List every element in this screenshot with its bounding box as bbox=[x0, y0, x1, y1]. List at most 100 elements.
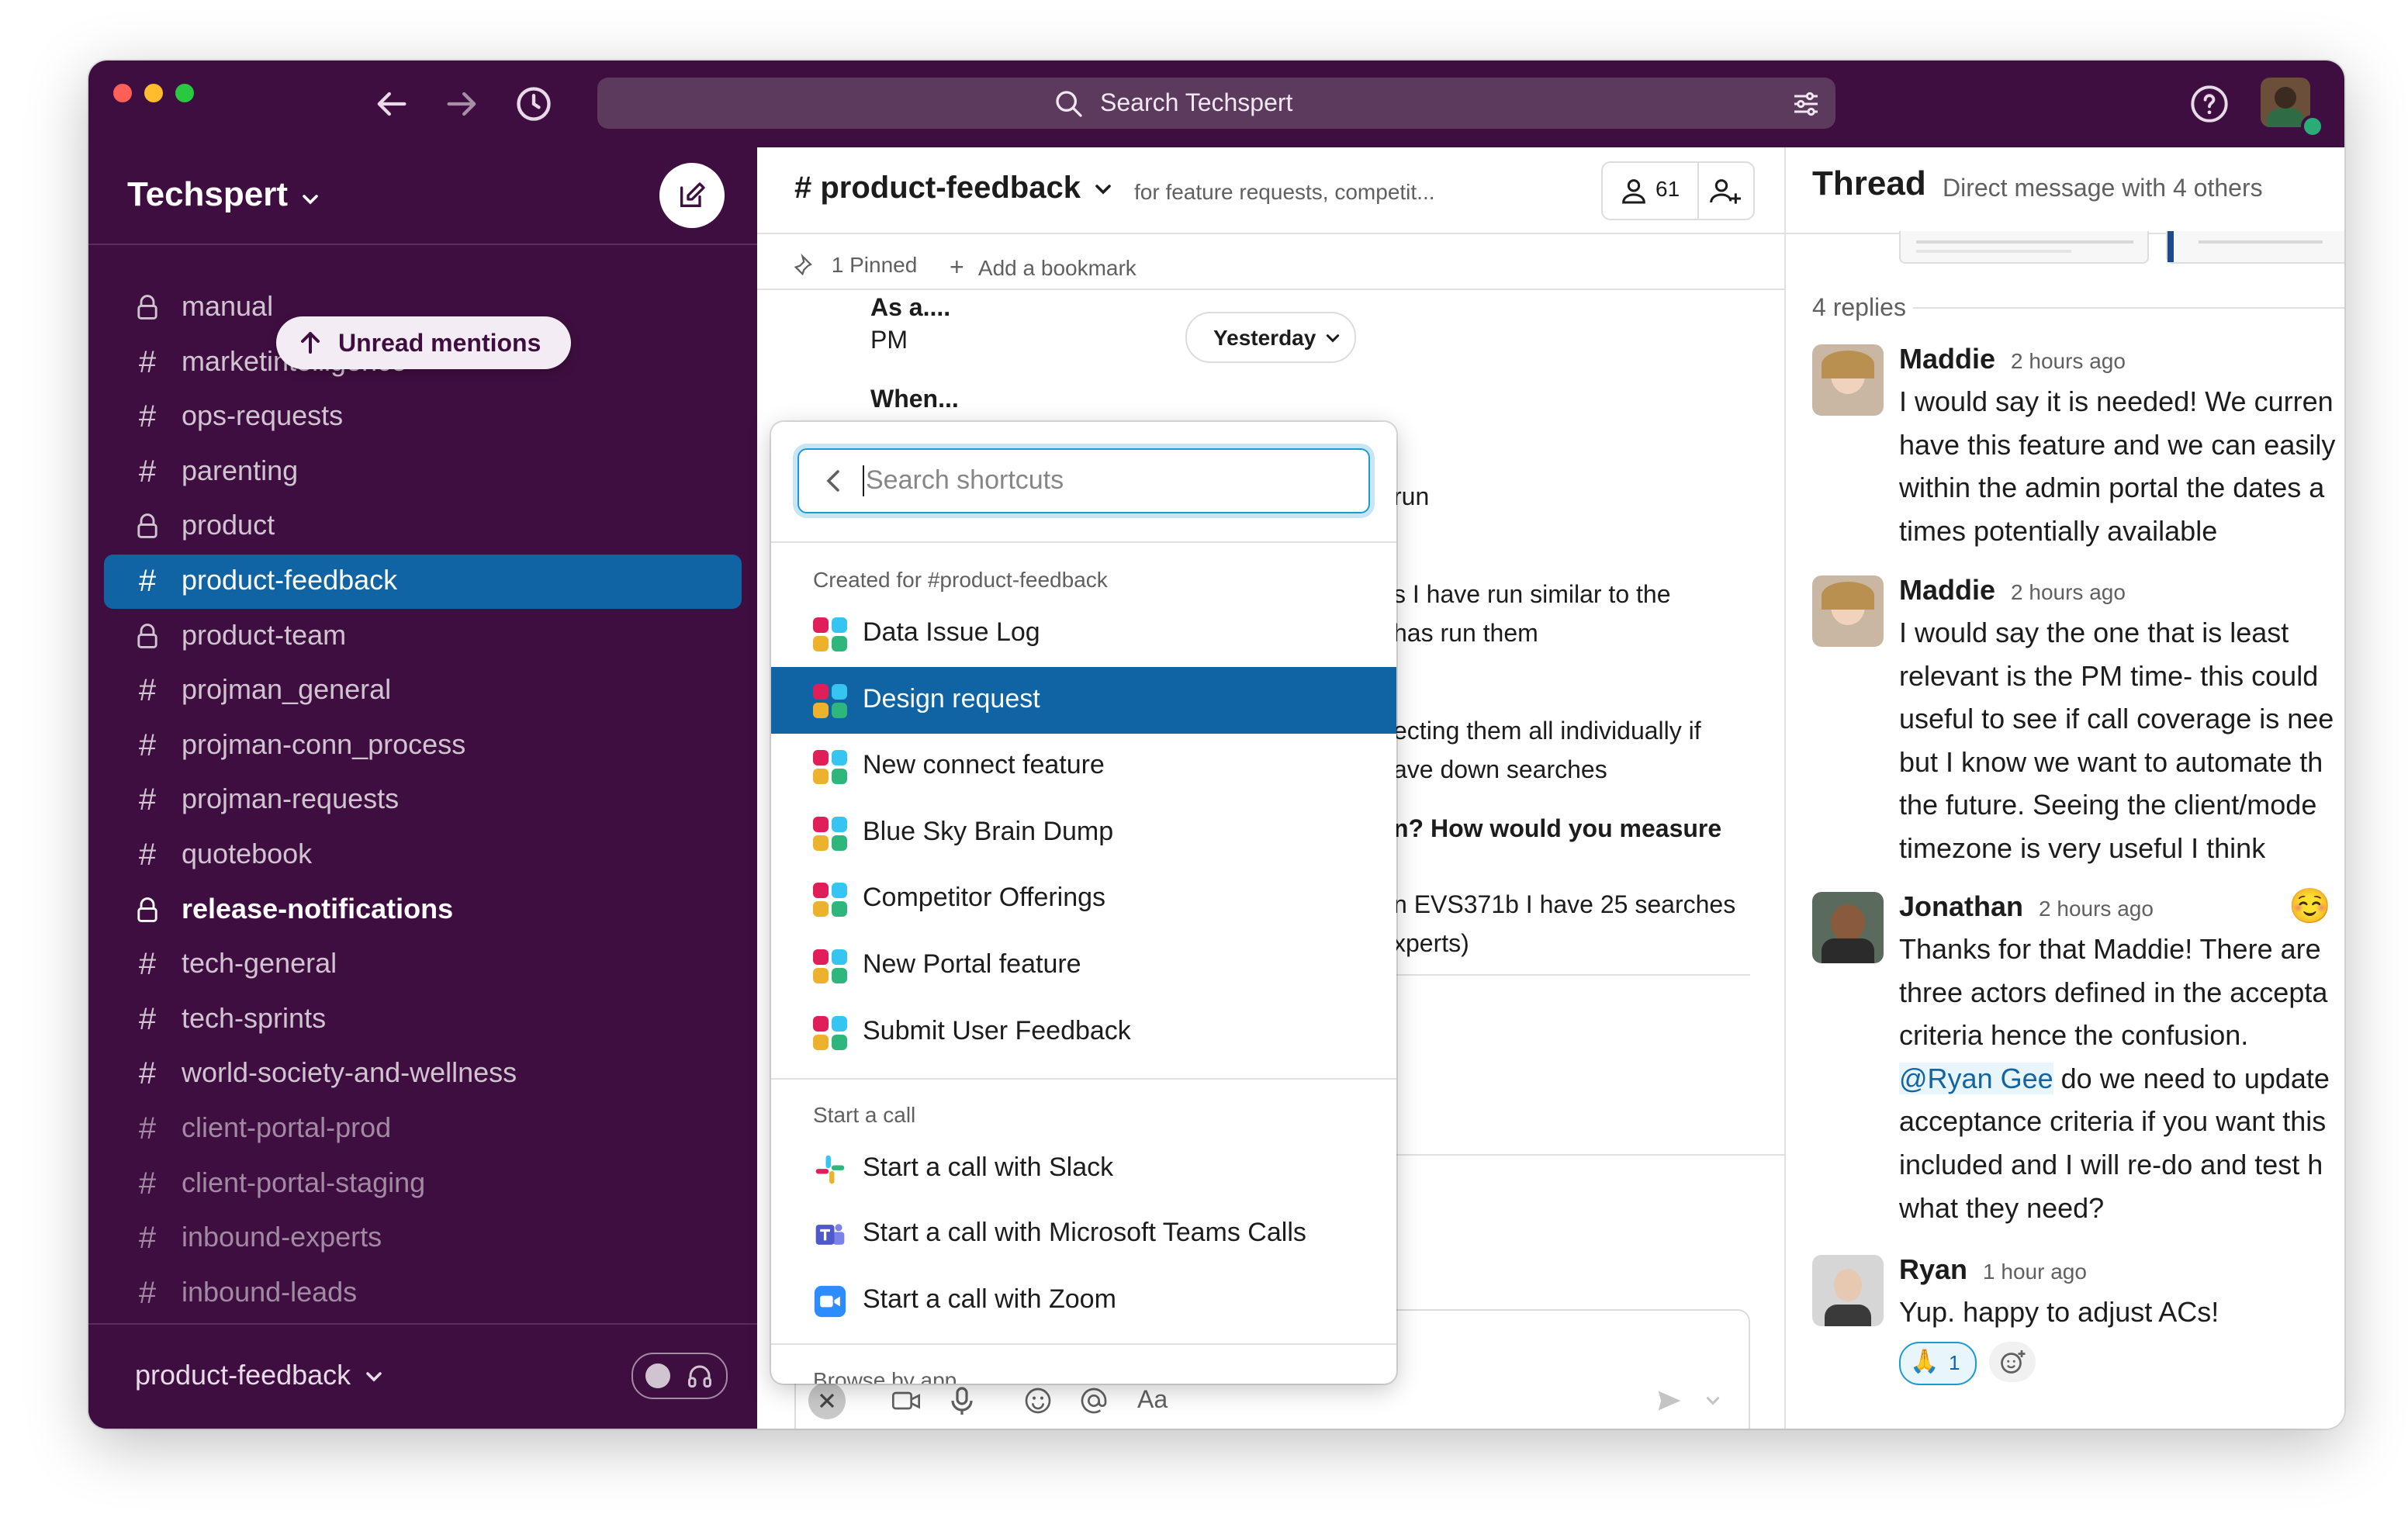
sidebar-item-inbound-experts[interactable]: # inbound-experts bbox=[104, 1211, 742, 1266]
close-shortcuts-button[interactable] bbox=[808, 1382, 846, 1419]
members-button[interactable]: 61 bbox=[1603, 163, 1696, 219]
search-placeholder: Search shortcuts bbox=[866, 465, 1064, 495]
sidebar-item-label: ops-requests bbox=[182, 399, 344, 432]
sidebar-item-label: release-notifications bbox=[182, 892, 454, 924]
shortcut-item-submit-user-feedback[interactable]: Submit User Feedback bbox=[771, 999, 1396, 1066]
add-emoji-icon bbox=[2001, 1350, 2026, 1374]
history-clock-icon[interactable] bbox=[514, 84, 554, 124]
reaction-pill[interactable]: 🙏 1 bbox=[1899, 1342, 1977, 1385]
sidebar-item-inbound-leads[interactable]: # inbound-leads bbox=[104, 1267, 742, 1321]
forward-arrow-icon[interactable] bbox=[442, 84, 483, 124]
sidebar-item-label: product-feedback bbox=[182, 564, 398, 596]
message-author[interactable]: Maddie 2 hours ago bbox=[1899, 574, 2126, 607]
workflow-icon bbox=[813, 1015, 847, 1050]
shortcut-label: Blue Sky Brain Dump bbox=[863, 816, 1114, 846]
sidebar-item-ops-requests[interactable]: # ops-requests bbox=[104, 390, 742, 444]
message-text: I would say the one that is least releva… bbox=[1899, 617, 2334, 864]
thread-pane: Thread Direct message with 4 others 4 re… bbox=[1784, 147, 2344, 1429]
avatar[interactable] bbox=[1812, 344, 1884, 416]
formatting-button[interactable]: Aa bbox=[1137, 1385, 1168, 1414]
message-text: I would say it is needed! We curren have… bbox=[1899, 385, 2336, 547]
lock-icon bbox=[132, 893, 163, 927]
shortcut-item-data-issue-log[interactable]: Data Issue Log bbox=[771, 600, 1396, 667]
microphone-icon[interactable] bbox=[950, 1385, 974, 1416]
user-mention[interactable]: @Ryan Gee bbox=[1899, 1062, 2053, 1094]
video-icon[interactable] bbox=[891, 1387, 922, 1415]
message-author[interactable]: Maddie 2 hours ago bbox=[1899, 343, 2126, 375]
sidebar-item-parenting[interactable]: # parenting bbox=[104, 445, 742, 499]
shortcut-label: Design request bbox=[863, 683, 1040, 714]
sidebar-item-release-notifications[interactable]: release-notifications bbox=[104, 883, 742, 938]
channel-members-group: 61 bbox=[1601, 161, 1755, 220]
sidebar-item-tech-general[interactable]: # tech-general bbox=[104, 938, 742, 992]
attachment-preview[interactable] bbox=[2166, 231, 2344, 264]
hash-icon: # bbox=[138, 1166, 157, 1201]
date-divider-pill[interactable]: Yesterday bbox=[1185, 312, 1356, 363]
attachment-preview[interactable] bbox=[1899, 231, 2149, 264]
shortcut-item-competitor-offerings[interactable]: Competitor Offerings bbox=[771, 866, 1396, 932]
shortcut-item-design-request[interactable]: Design request bbox=[771, 666, 1396, 734]
call-item-label: Start a call with Microsoft Teams Calls bbox=[863, 1218, 1306, 1247]
sidebar-item-client-portal-staging[interactable]: # client-portal-staging bbox=[104, 1157, 742, 1211]
slack-icon bbox=[815, 1155, 845, 1184]
back-arrow-icon[interactable] bbox=[371, 84, 411, 124]
shortcut-item-new-portal-feature[interactable]: New Portal feature bbox=[771, 932, 1396, 999]
add-person-icon[interactable] bbox=[1708, 175, 1742, 206]
send-icon[interactable] bbox=[1656, 1387, 1683, 1415]
add-reaction-button[interactable] bbox=[1989, 1342, 2036, 1382]
sidebar-item-projman_general[interactable]: # projman_general bbox=[104, 664, 742, 718]
call-teams-item[interactable]: Start a call with Microsoft Teams Calls bbox=[771, 1201, 1396, 1267]
date-divider-label: Yesterday bbox=[1213, 326, 1316, 350]
emoji-icon[interactable] bbox=[1022, 1385, 1054, 1416]
chevron-left-icon[interactable] bbox=[824, 470, 842, 492]
message-author[interactable]: Jonathan 2 hours ago bbox=[1899, 890, 2154, 923]
unread-mentions-label: Unread mentions bbox=[338, 329, 541, 357]
shortcut-item-new-connect-feature[interactable]: New connect feature bbox=[771, 733, 1396, 800]
compose-button[interactable] bbox=[659, 163, 725, 228]
channel-title-button[interactable]: # product-feedback bbox=[794, 171, 1112, 206]
avatar[interactable] bbox=[1812, 575, 1884, 647]
sidebar-item-product-feedback[interactable]: # product-feedback bbox=[104, 555, 742, 609]
avatar[interactable] bbox=[1812, 1255, 1884, 1326]
chevron-down-icon[interactable] bbox=[1705, 1393, 1721, 1408]
sidebar-item-client-portal-prod[interactable]: # client-portal-prod bbox=[104, 1102, 742, 1156]
message-text: As a.... bbox=[870, 293, 951, 321]
avatar[interactable] bbox=[1812, 892, 1884, 963]
shortcuts-search-input[interactable]: Search shortcuts bbox=[797, 448, 1370, 513]
call-slack-item[interactable]: Start a call with Slack bbox=[771, 1135, 1396, 1202]
message-author[interactable]: Ryan 1 hour ago bbox=[1899, 1253, 2087, 1286]
sidebar-item-tech-sprints[interactable]: # tech-sprints bbox=[104, 993, 742, 1047]
bookmarks-divider bbox=[757, 289, 1784, 290]
thread-title: Thread bbox=[1812, 164, 1926, 202]
search-filter-icon[interactable] bbox=[1790, 88, 1822, 119]
huddle-toggle[interactable] bbox=[631, 1353, 728, 1399]
thread-subtitle: Direct message with 4 others bbox=[1943, 174, 2263, 202]
workspace-switcher[interactable]: Techspert bbox=[127, 175, 320, 214]
sidebar-item-world-society-and-wellness[interactable]: # world-society-and-wellness bbox=[104, 1047, 742, 1101]
sidebar-item-quotebook[interactable]: # quotebook bbox=[104, 828, 742, 883]
message-time: 2 hours ago bbox=[2011, 580, 2126, 604]
pinned-button[interactable]: 1 Pinned bbox=[794, 253, 917, 278]
replies-divider bbox=[1913, 307, 2344, 309]
compose-icon bbox=[680, 182, 705, 207]
add-bookmark-button[interactable]: + Add a bookmark bbox=[950, 253, 1137, 282]
call-zoom-item[interactable]: Start a call with Zoom bbox=[771, 1267, 1396, 1334]
mention-icon[interactable] bbox=[1078, 1385, 1109, 1416]
section-heading: Start a call bbox=[813, 1103, 916, 1127]
minimize-window-button[interactable] bbox=[144, 84, 163, 102]
footer-channel-switcher[interactable]: product-feedback bbox=[135, 1359, 383, 1391]
maximize-window-button[interactable] bbox=[175, 84, 194, 102]
reply-count: 4 replies bbox=[1812, 293, 1906, 321]
sidebar-item-projman-conn_process[interactable]: # projman-conn_process bbox=[104, 719, 742, 773]
close-window-button[interactable] bbox=[113, 84, 132, 102]
search-bar[interactable]: Search Techspert bbox=[597, 78, 1835, 129]
shortcut-item-blue-sky-brain-dump[interactable]: Blue Sky Brain Dump bbox=[771, 800, 1396, 866]
help-icon[interactable] bbox=[2189, 84, 2230, 124]
sidebar-item-product-team[interactable]: product-team bbox=[104, 610, 742, 664]
unread-mentions-button[interactable]: Unread mentions bbox=[276, 316, 571, 369]
sidebar-item-product[interactable]: product bbox=[104, 499, 742, 554]
workflow-icon bbox=[813, 816, 847, 851]
channel-topic[interactable]: for feature requests, competit... bbox=[1134, 180, 1435, 205]
message-text: PM bbox=[870, 326, 908, 354]
sidebar-item-projman-requests[interactable]: # projman-requests bbox=[104, 773, 742, 828]
